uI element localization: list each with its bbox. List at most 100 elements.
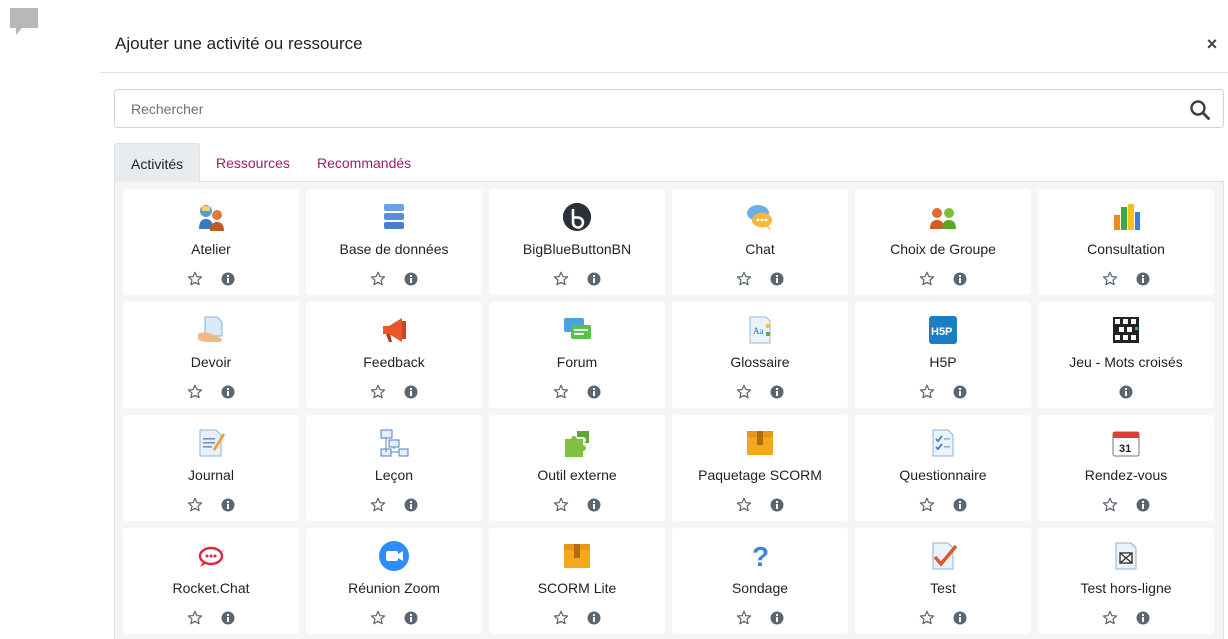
tab-activities[interactable]: Activités xyxy=(114,143,200,182)
activity-label: SCORM Lite xyxy=(537,580,617,596)
activity-card[interactable]: Chat xyxy=(672,189,848,295)
star-icon[interactable] xyxy=(553,610,569,626)
tab-bar: Activités Ressources Recommandés xyxy=(114,143,1224,182)
activity-card[interactable]: Test hors-ligne xyxy=(1038,528,1214,634)
activity-card[interactable]: Rocket.Chat xyxy=(123,528,299,634)
info-icon[interactable] xyxy=(221,498,235,512)
star-icon[interactable] xyxy=(919,384,935,400)
activity-actions xyxy=(855,384,1031,400)
activity-card[interactable]: Outil externe xyxy=(489,415,665,521)
star-icon[interactable] xyxy=(187,497,203,513)
info-icon[interactable] xyxy=(404,272,418,286)
info-icon[interactable] xyxy=(404,611,418,625)
activity-card[interactable]: Base de données xyxy=(306,189,482,295)
info-icon[interactable] xyxy=(1136,272,1150,286)
star-icon[interactable] xyxy=(736,610,752,626)
info-icon[interactable] xyxy=(770,385,784,399)
activity-card[interactable]: ? Sondage xyxy=(672,528,848,634)
activity-actions xyxy=(306,610,482,626)
info-icon[interactable] xyxy=(770,498,784,512)
activity-card[interactable]: Atelier xyxy=(123,189,299,295)
info-icon[interactable] xyxy=(221,272,235,286)
activity-actions xyxy=(306,497,482,513)
info-icon[interactable] xyxy=(953,385,967,399)
chat-bubble-icon[interactable] xyxy=(8,6,40,38)
info-icon[interactable] xyxy=(770,272,784,286)
tab-resources[interactable]: Ressources xyxy=(200,143,306,182)
activity-card[interactable]: Choix de Groupe xyxy=(855,189,1031,295)
star-icon[interactable] xyxy=(919,610,935,626)
activity-card[interactable]: SCORM Lite xyxy=(489,528,665,634)
star-icon[interactable] xyxy=(736,271,752,287)
questionnaire-icon xyxy=(927,427,959,459)
activity-card[interactable]: Devoir xyxy=(123,302,299,408)
glossary-icon: Aa xyxy=(744,314,776,346)
assignment-icon xyxy=(195,314,227,346)
star-icon[interactable] xyxy=(1102,271,1118,287)
activity-label: Jeu - Mots croisés xyxy=(1069,354,1183,370)
info-icon[interactable] xyxy=(587,498,601,512)
activity-label: Atelier xyxy=(191,241,231,257)
tab-recommended[interactable]: Recommandés xyxy=(301,143,427,182)
activity-card[interactable]: H5P H5P xyxy=(855,302,1031,408)
info-icon[interactable] xyxy=(404,498,418,512)
activity-card[interactable]: Journal xyxy=(123,415,299,521)
search-input[interactable] xyxy=(115,90,1175,127)
search-icon[interactable] xyxy=(1189,99,1211,121)
star-icon[interactable] xyxy=(919,271,935,287)
star-icon[interactable] xyxy=(553,497,569,513)
activity-label: Devoir xyxy=(190,354,232,370)
activity-card[interactable]: Test xyxy=(855,528,1031,634)
star-icon[interactable] xyxy=(370,271,386,287)
info-icon[interactable] xyxy=(1136,498,1150,512)
activity-card[interactable]: Leçon xyxy=(306,415,482,521)
info-icon[interactable] xyxy=(1119,385,1133,399)
info-icon[interactable] xyxy=(953,611,967,625)
star-icon[interactable] xyxy=(736,384,752,400)
activity-label: Journal xyxy=(188,467,234,483)
star-icon[interactable] xyxy=(919,497,935,513)
info-icon[interactable] xyxy=(587,611,601,625)
star-icon[interactable] xyxy=(736,497,752,513)
journal-icon xyxy=(195,427,227,459)
activity-card[interactable]: Forum xyxy=(489,302,665,408)
info-icon[interactable] xyxy=(404,385,418,399)
info-icon[interactable] xyxy=(953,498,967,512)
activity-card[interactable]: Consultation xyxy=(1038,189,1214,295)
rocketchat-icon xyxy=(195,540,227,572)
info-icon[interactable] xyxy=(587,272,601,286)
star-icon[interactable] xyxy=(553,384,569,400)
activity-card[interactable]: Jeu - Mots croisés xyxy=(1038,302,1214,408)
bigbluebutton-icon xyxy=(561,201,593,233)
activity-card[interactable]: Réunion Zoom xyxy=(306,528,482,634)
zoom-icon xyxy=(378,540,410,572)
star-icon[interactable] xyxy=(370,610,386,626)
activity-card[interactable]: Aa Glossaire xyxy=(672,302,848,408)
activity-label: Outil externe xyxy=(537,467,617,483)
star-icon[interactable] xyxy=(370,384,386,400)
info-icon[interactable] xyxy=(587,385,601,399)
activity-card[interactable]: 31 Rendez-vous xyxy=(1038,415,1214,521)
star-icon[interactable] xyxy=(187,271,203,287)
svg-text:Aa: Aa xyxy=(753,326,764,336)
star-icon[interactable] xyxy=(1102,610,1118,626)
info-icon[interactable] xyxy=(1136,611,1150,625)
star-icon[interactable] xyxy=(370,497,386,513)
star-icon[interactable] xyxy=(187,610,203,626)
info-icon[interactable] xyxy=(770,611,784,625)
activity-card[interactable]: BigBlueButtonBN xyxy=(489,189,665,295)
info-icon[interactable] xyxy=(221,611,235,625)
info-icon[interactable] xyxy=(221,385,235,399)
activity-actions xyxy=(306,271,482,287)
info-icon[interactable] xyxy=(953,272,967,286)
activity-card[interactable]: Questionnaire xyxy=(855,415,1031,521)
activity-label: Paquetage SCORM xyxy=(698,467,822,483)
star-icon[interactable] xyxy=(1102,497,1118,513)
activity-card[interactable]: Paquetage SCORM xyxy=(672,415,848,521)
star-icon[interactable] xyxy=(187,384,203,400)
activity-actions xyxy=(123,610,299,626)
activity-card[interactable]: Feedback xyxy=(306,302,482,408)
star-icon[interactable] xyxy=(553,271,569,287)
close-button[interactable]: × xyxy=(1202,34,1222,54)
crossword-icon xyxy=(1110,314,1142,346)
